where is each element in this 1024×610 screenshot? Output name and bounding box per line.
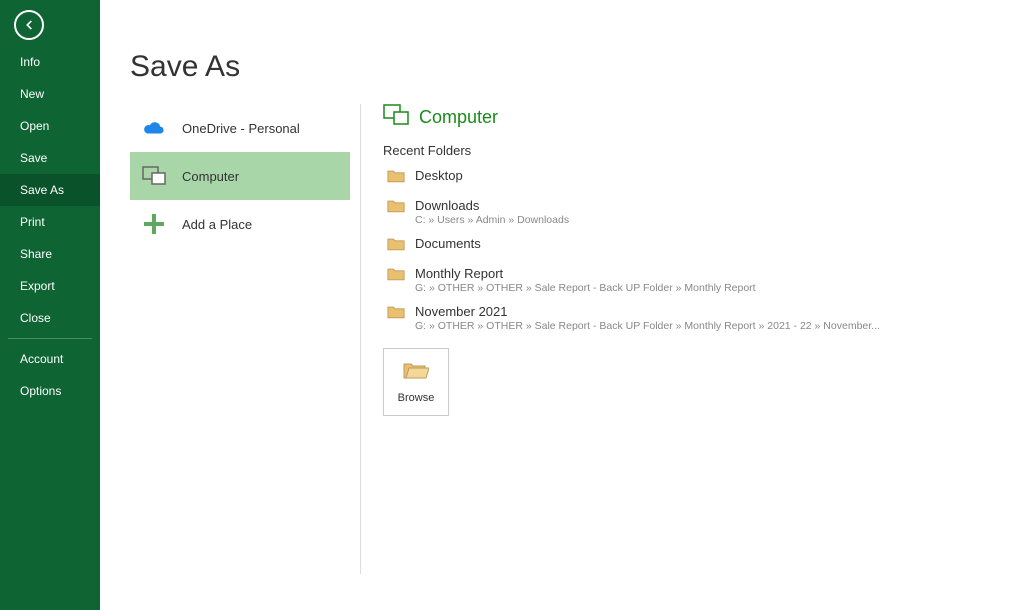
folder-name: Downloads xyxy=(415,198,569,213)
location-add-place[interactable]: Add a Place xyxy=(130,200,350,248)
folder-path: C: » Users » Admin » Downloads xyxy=(415,214,569,226)
folder-icon xyxy=(387,169,405,188)
column-divider xyxy=(360,104,361,574)
nav-save-as[interactable]: Save As xyxy=(0,174,100,206)
folder-name: November 2021 xyxy=(415,304,880,319)
computer-icon xyxy=(140,162,168,190)
recent-folder[interactable]: Desktop xyxy=(383,164,1004,194)
recent-folder[interactable]: Documents xyxy=(383,232,1004,262)
location-label: Add a Place xyxy=(182,217,252,232)
recent-folder[interactable]: DownloadsC: » Users » Admin » Downloads xyxy=(383,194,1004,232)
folder-icon xyxy=(387,199,405,218)
folder-icon xyxy=(387,237,405,256)
backstage-sidebar: Info New Open Save Save As Print Share E… xyxy=(0,0,100,610)
recent-folders-label: Recent Folders xyxy=(383,143,1004,158)
details-header: Computer xyxy=(419,107,498,128)
nav-close[interactable]: Close xyxy=(0,302,100,334)
cloud-icon xyxy=(140,114,168,142)
computer-icon xyxy=(383,104,409,131)
nav-save[interactable]: Save xyxy=(0,142,100,174)
page-title: Save As xyxy=(130,50,1024,84)
browse-label: Browse xyxy=(398,392,435,404)
recent-folder[interactable]: Monthly ReportG: » OTHER » OTHER » Sale … xyxy=(383,262,1004,300)
location-label: Computer xyxy=(182,169,239,184)
location-onedrive[interactable]: OneDrive - Personal xyxy=(130,104,350,152)
nav-share[interactable]: Share xyxy=(0,238,100,270)
save-locations: OneDrive - Personal Computer Add a Place xyxy=(130,104,350,574)
nav-separator xyxy=(8,338,92,339)
folder-icon xyxy=(387,267,405,286)
nav-export[interactable]: Export xyxy=(0,270,100,302)
location-details: Computer Recent Folders Desktop Downloads… xyxy=(383,104,1024,574)
folder-open-icon xyxy=(403,361,429,384)
browse-button[interactable]: Browse xyxy=(383,348,449,416)
nav-info[interactable]: Info xyxy=(0,46,100,78)
folder-name: Desktop xyxy=(415,168,463,183)
back-button[interactable] xyxy=(14,10,44,40)
folder-name: Monthly Report xyxy=(415,266,756,281)
nav-account[interactable]: Account xyxy=(0,343,100,375)
recent-folder[interactable]: November 2021G: » OTHER » OTHER » Sale R… xyxy=(383,300,1004,338)
folder-path: G: » OTHER » OTHER » Sale Report - Back … xyxy=(415,282,756,294)
folder-path: G: » OTHER » OTHER » Sale Report - Back … xyxy=(415,320,880,332)
nav-open[interactable]: Open xyxy=(0,110,100,142)
nav-options[interactable]: Options xyxy=(0,375,100,407)
location-computer[interactable]: Computer xyxy=(130,152,350,200)
backstage-main: Save As OneDrive - Personal Computer xyxy=(100,0,1024,610)
location-label: OneDrive - Personal xyxy=(182,121,300,136)
nav-print[interactable]: Print xyxy=(0,206,100,238)
nav-new[interactable]: New xyxy=(0,78,100,110)
plus-icon xyxy=(140,210,168,238)
folder-icon xyxy=(387,305,405,324)
folder-name: Documents xyxy=(415,236,481,251)
